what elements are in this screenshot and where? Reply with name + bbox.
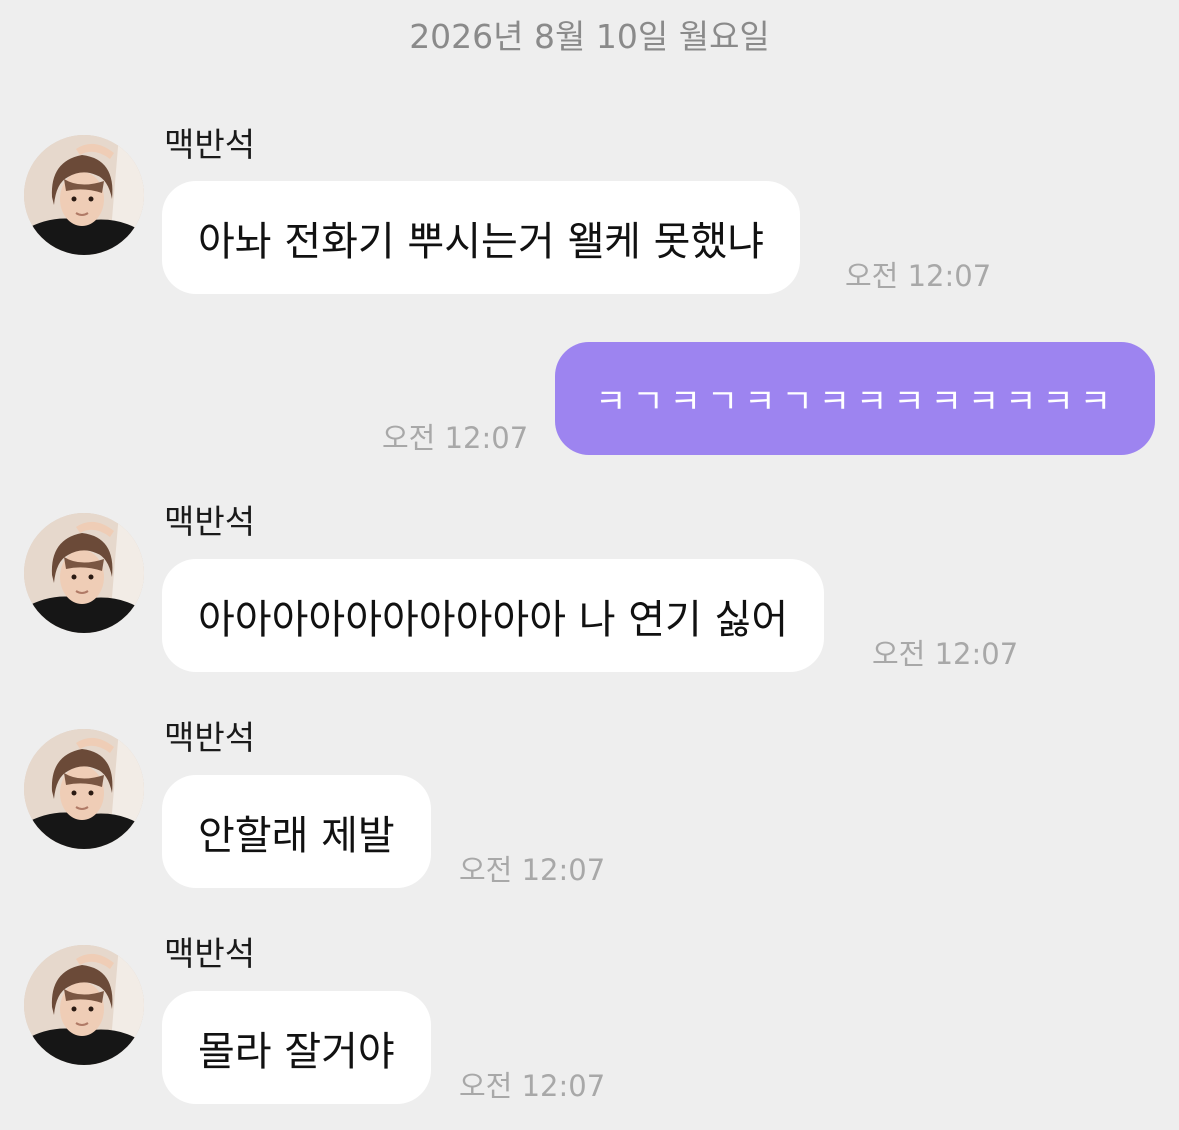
avatar[interactable]	[24, 513, 144, 633]
sender-name: 맥반석	[164, 934, 256, 973]
profile-photo-icon	[24, 945, 144, 1065]
sender-name: 맥반석	[164, 502, 256, 541]
message-bubble-incoming[interactable]: 아아아아아아아아아아 나 연기 싫어	[162, 559, 825, 672]
message-text: 몰라 잘거야	[198, 1028, 395, 1075]
message-timestamp: 오전 12:07	[872, 637, 1019, 671]
message-timestamp: 오전 12:07	[845, 259, 992, 293]
message-bubble-incoming[interactable]: 몰라 잘거야	[162, 991, 431, 1104]
sender-name: 맥반석	[164, 718, 256, 757]
message-text: 아아아아아아아아아아 나 연기 싫어	[198, 596, 789, 643]
sender-name: 맥반석	[164, 125, 256, 164]
message-bubble-outgoing[interactable]: ㅋㄱㅋㄱㅋㄱㅋㅋㅋㅋㅋㅋㅋㅋ	[555, 342, 1155, 455]
profile-photo-icon	[24, 135, 144, 255]
message-text: 아놔 전화기 뿌시는거 왤케 못했냐	[198, 218, 765, 265]
avatar[interactable]	[24, 135, 144, 255]
date-header: 2026년 8월 10일 월요일	[409, 17, 770, 56]
message-bubble-incoming[interactable]: 아놔 전화기 뿌시는거 왤케 못했냐	[162, 181, 801, 294]
message-timestamp: 오전 12:07	[382, 421, 529, 455]
message-timestamp: 오전 12:07	[459, 1069, 606, 1103]
message-text: 안할래 제발	[198, 812, 395, 859]
avatar[interactable]	[24, 729, 144, 849]
avatar[interactable]	[24, 945, 144, 1065]
message-text: ㅋㄱㅋㄱㅋㄱㅋㅋㅋㅋㅋㅋㅋㅋ	[595, 382, 1117, 422]
message-timestamp: 오전 12:07	[459, 853, 606, 887]
message-bubble-incoming[interactable]: 안할래 제발	[162, 775, 431, 888]
profile-photo-icon	[24, 513, 144, 633]
profile-photo-icon	[24, 729, 144, 849]
